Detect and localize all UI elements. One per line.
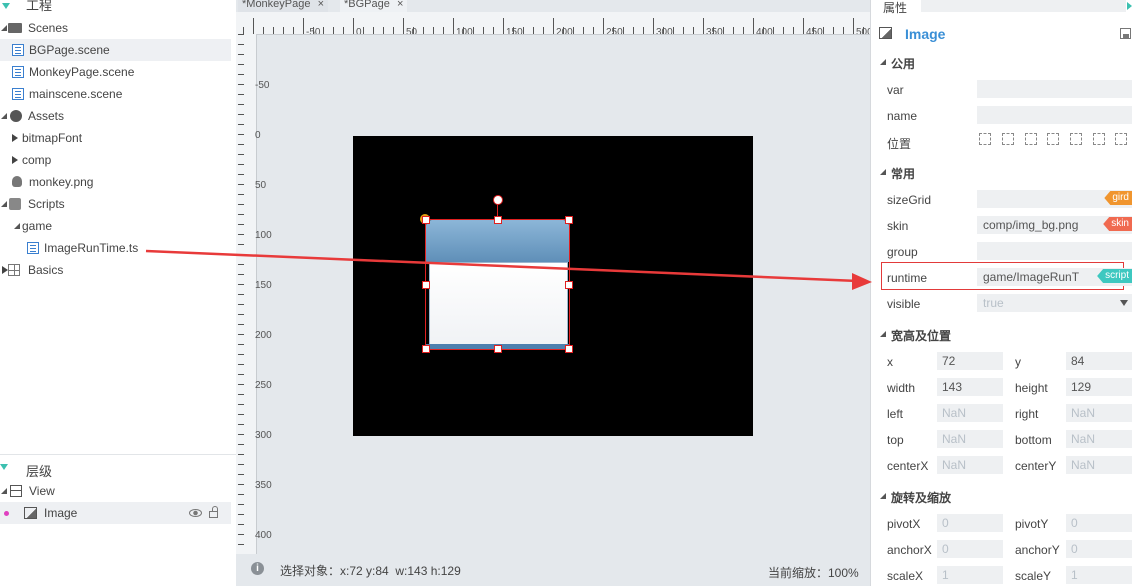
annotation-arrow — [145, 249, 872, 290]
